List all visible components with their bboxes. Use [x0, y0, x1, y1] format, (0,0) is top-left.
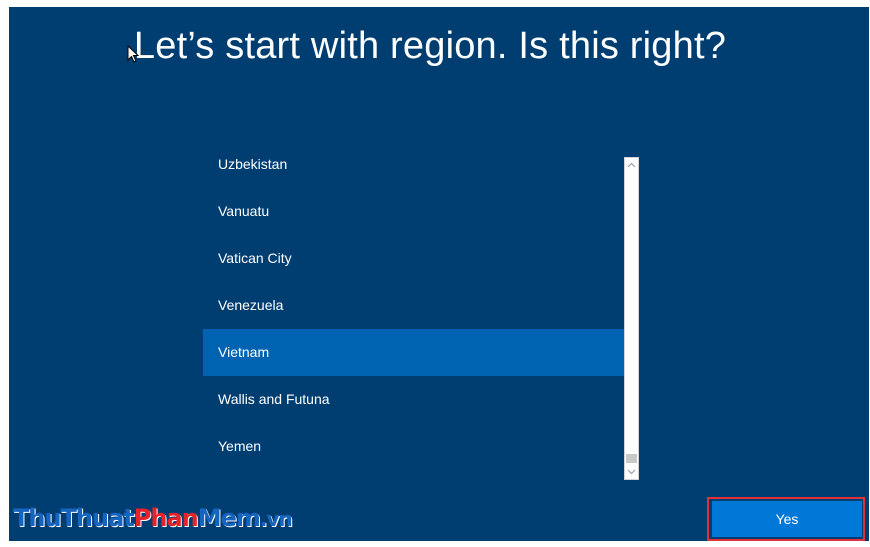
list-item[interactable]: Venezuela	[203, 282, 624, 329]
watermark-logo: ThuThuatPhanMem.vn	[13, 504, 293, 532]
list-item-label: Uzbekistan	[218, 156, 288, 172]
list-item[interactable]: Vatican City	[203, 235, 624, 282]
list-item-label: Wallis and Futuna	[218, 391, 330, 407]
list-item-label: Vanuatu	[218, 203, 270, 219]
list-item[interactable]: Vanuatu	[203, 188, 624, 235]
yes-button[interactable]: Yes	[712, 501, 862, 537]
oobe-window: Let’s start with region. Is this right? …	[9, 7, 869, 541]
list-item-label: Vatican City	[218, 250, 292, 266]
scrollbar-thumb[interactable]	[626, 454, 637, 463]
list-item-label: Yemen	[218, 438, 262, 454]
list-item-label: Venezuela	[218, 297, 284, 313]
chevron-up-icon[interactable]	[625, 158, 638, 172]
list-item-label: Vietnam	[218, 344, 270, 360]
list-item[interactable]: Yemen	[203, 423, 624, 470]
list-item[interactable]: Uzbekistan	[203, 141, 624, 188]
list-item-selected[interactable]: Vietnam	[203, 329, 624, 376]
list-item[interactable]: Wallis and Futuna	[203, 376, 624, 423]
region-list[interactable]: Uzbekistan Vanuatu Vatican City Venezuel…	[203, 141, 624, 478]
chevron-down-icon[interactable]	[625, 465, 638, 479]
list-scrollbar[interactable]	[624, 157, 639, 480]
mouse-pointer-icon	[127, 45, 139, 63]
